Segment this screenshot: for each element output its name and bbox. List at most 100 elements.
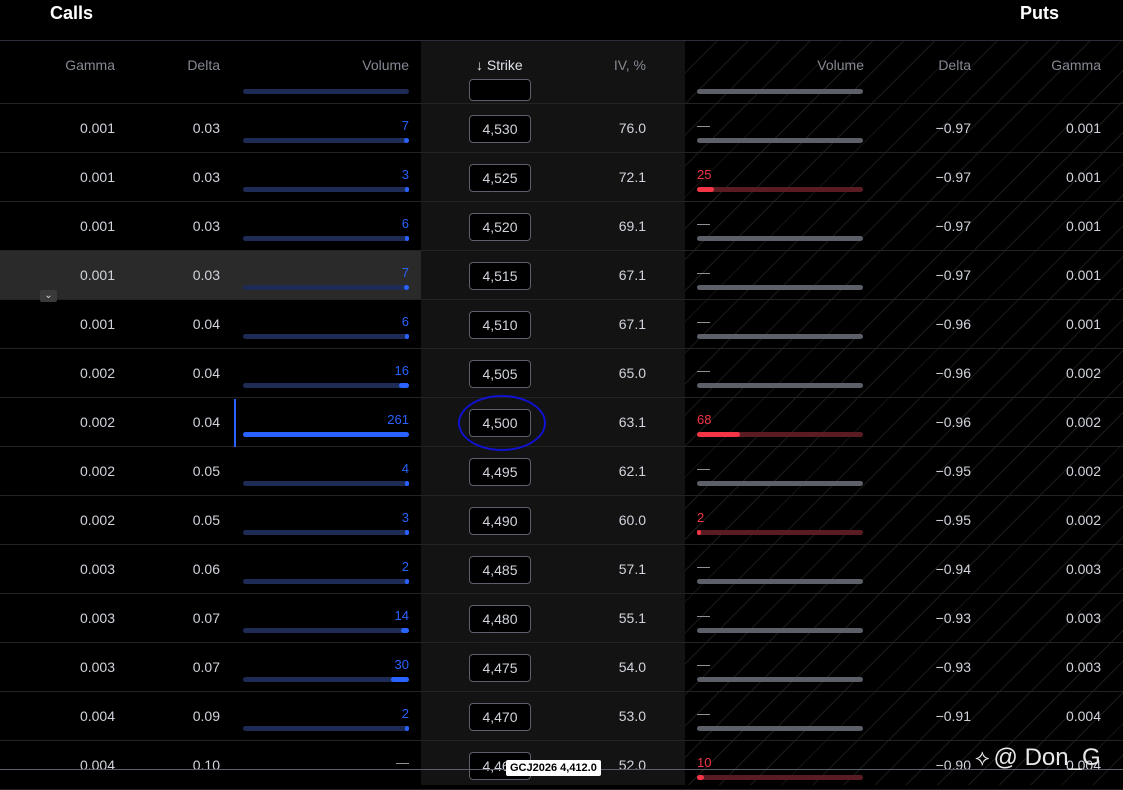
- col-call-volume[interactable]: Volume: [300, 57, 409, 73]
- put-delta: −0.93: [935, 659, 971, 675]
- call-volume-bar: [243, 138, 409, 143]
- put-volume-bar: [697, 187, 863, 192]
- call-gamma: 0.001: [79, 120, 115, 136]
- chain-header: Calls Puts: [0, 0, 1123, 41]
- col-call-gamma[interactable]: Gamma: [40, 57, 115, 73]
- put-volume: —: [697, 216, 710, 231]
- call-volume-bar: [243, 383, 409, 388]
- call-volume: 6: [401, 314, 409, 329]
- strike-button[interactable]: 4,515: [469, 262, 531, 290]
- table-row[interactable]: 0.001 0.03 3 4,525 72.1 25 −0.97 0.001: [0, 153, 1123, 202]
- strike-button[interactable]: 4,475: [469, 654, 531, 682]
- call-gamma: 0.003: [79, 659, 115, 675]
- put-gamma: 0.001: [1065, 218, 1101, 234]
- put-volume: —: [697, 657, 710, 672]
- table-row[interactable]: 0.002 0.05 4 4,495 62.1 — −0.95 0.002: [0, 447, 1123, 496]
- put-volume: 10: [697, 755, 712, 770]
- col-call-delta[interactable]: Delta: [150, 57, 220, 73]
- col-iv[interactable]: IV, %: [590, 57, 646, 73]
- strike-button[interactable]: 4,505: [469, 360, 531, 388]
- implied-volatility: 67.1: [618, 316, 646, 332]
- call-delta: 0.03: [192, 267, 220, 283]
- put-delta: −0.95: [935, 463, 971, 479]
- put-delta: −0.90: [935, 757, 971, 773]
- watermark-text: @ Don_G: [993, 744, 1101, 771]
- atm-marker-line: [234, 399, 236, 447]
- put-gamma: 0.002: [1065, 414, 1101, 430]
- put-volume-bar: [697, 775, 863, 780]
- put-delta: −0.96: [935, 316, 971, 332]
- strike-button[interactable]: [469, 79, 531, 101]
- col-strike-sort[interactable]: ↓ Strike: [476, 57, 536, 73]
- implied-volatility: 57.1: [618, 561, 646, 577]
- col-put-volume[interactable]: Volume: [760, 57, 864, 73]
- table-row[interactable]: 0.003 0.07 14 4,480 55.1 — −0.93 0.003: [0, 594, 1123, 643]
- strike-button[interactable]: 4,530: [469, 115, 531, 143]
- strike-button[interactable]: 4,495: [469, 458, 531, 486]
- call-delta: 0.06: [192, 561, 220, 577]
- table-row[interactable]: 0.001 0.03 6 4,520 69.1 — −0.97 0.001: [0, 202, 1123, 251]
- put-gamma: 0.001: [1065, 120, 1101, 136]
- put-volume: —: [697, 265, 710, 280]
- put-volume: —: [697, 314, 710, 329]
- put-volume: —: [697, 706, 710, 721]
- strike-button[interactable]: 4,520: [469, 213, 531, 241]
- call-gamma: 0.003: [79, 561, 115, 577]
- call-volume-bar-fill: [405, 236, 409, 241]
- strike-button[interactable]: 4,480: [469, 605, 531, 633]
- column-header-row: Gamma Delta Volume ↓ Strike IV, % Volume…: [0, 41, 1123, 89]
- put-gamma: 0.004: [1065, 708, 1101, 724]
- table-row[interactable]: 0.001 0.04 6 4,510 67.1 — −0.96 0.001: [0, 300, 1123, 349]
- implied-volatility: 67.1: [618, 267, 646, 283]
- put-volume: —: [697, 461, 710, 476]
- call-volume: —: [396, 755, 409, 770]
- table-row[interactable]: 0.001 0.03 7 4,515 67.1 — −0.97 0.001: [0, 251, 1123, 300]
- call-volume-bar: [243, 628, 409, 633]
- table-row[interactable]: 0.003 0.06 2 4,485 57.1 — −0.94 0.003: [0, 545, 1123, 594]
- call-delta: 0.03: [192, 218, 220, 234]
- call-volume-bar-fill: [405, 334, 409, 339]
- table-row[interactable]: 0.004 0.09 2 4,470 53.0 — −0.91 0.004: [0, 692, 1123, 741]
- strike-button[interactable]: 4,490: [469, 507, 531, 535]
- put-volume-bar: [697, 726, 863, 731]
- implied-volatility: 76.0: [618, 120, 646, 136]
- table-row[interactable]: 0.002 0.04 261 4,500 63.1 68 −0.96 0.002: [0, 398, 1123, 447]
- table-row[interactable]: 0.003 0.07 30 4,475 54.0 — −0.93 0.003: [0, 643, 1123, 692]
- call-volume: 7: [401, 118, 409, 133]
- strike-button[interactable]: 4,470: [469, 703, 531, 731]
- ticker-price-chip: GCJ2026 4,412.0: [506, 760, 601, 776]
- call-delta: 0.03: [192, 169, 220, 185]
- put-volume-bar-fill: [697, 187, 714, 192]
- table-row[interactable]: 0.001 0.03 7 4,530 76.0 — −0.97 0.001: [0, 104, 1123, 153]
- put-delta: −0.96: [935, 365, 971, 381]
- call-volume-bar-fill: [405, 481, 409, 486]
- put-delta: −0.95: [935, 512, 971, 528]
- put-volume: 68: [697, 412, 712, 427]
- put-delta: −0.97: [935, 267, 971, 283]
- table-row[interactable]: 0.002 0.04 16 4,505 65.0 — −0.96 0.002: [0, 349, 1123, 398]
- col-put-delta[interactable]: Delta: [890, 57, 971, 73]
- put-gamma: 0.001: [1065, 316, 1101, 332]
- put-volume: 2: [697, 510, 705, 525]
- implied-volatility: 65.0: [618, 365, 646, 381]
- implied-volatility: 63.1: [618, 414, 646, 430]
- col-put-gamma[interactable]: Gamma: [1020, 57, 1101, 73]
- table-row-partial: [0, 79, 1123, 104]
- call-volume-bar: [243, 89, 409, 94]
- call-volume: 261: [387, 412, 409, 427]
- strike-button[interactable]: 4,485: [469, 556, 531, 584]
- call-volume: 2: [401, 706, 409, 721]
- call-volume: 2: [401, 559, 409, 574]
- call-volume: 16: [394, 363, 409, 378]
- put-delta: −0.96: [935, 414, 971, 430]
- call-volume-bar-fill: [400, 628, 409, 633]
- call-gamma: 0.001: [79, 267, 115, 283]
- chevron-down-icon[interactable]: ⌄: [40, 290, 57, 302]
- puts-title: Puts: [1020, 3, 1060, 23]
- strike-button[interactable]: 4,525: [469, 164, 531, 192]
- implied-volatility: 72.1: [618, 169, 646, 185]
- strike-button[interactable]: 4,510: [469, 311, 531, 339]
- call-delta: 0.04: [192, 414, 220, 430]
- call-gamma: 0.003: [79, 610, 115, 626]
- table-row[interactable]: 0.002 0.05 3 4,490 60.0 2 −0.95 0.002: [0, 496, 1123, 545]
